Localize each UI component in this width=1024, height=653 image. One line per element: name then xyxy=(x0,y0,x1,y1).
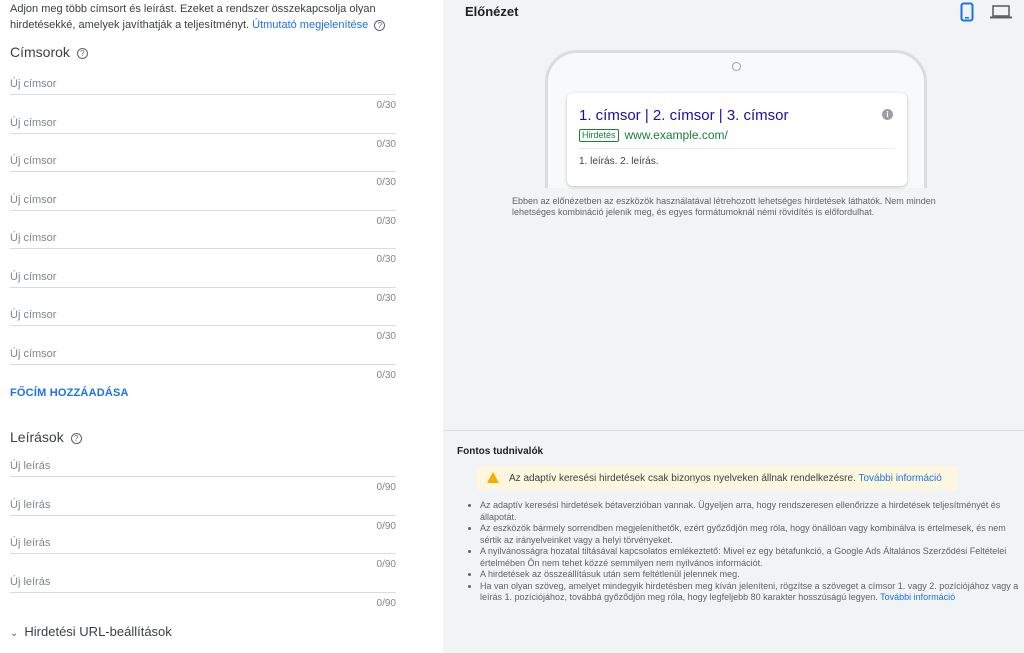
field-underline xyxy=(10,363,396,365)
headline-placeholder[interactable]: Új címsor xyxy=(10,232,56,244)
headline-field[interactable]: Új címsor 0/30 xyxy=(10,109,396,150)
url-settings-label: Hirdetési URL-beállítások xyxy=(24,624,172,639)
description-placeholder[interactable]: Új leírás xyxy=(10,499,50,511)
field-underline xyxy=(10,591,396,593)
description-placeholder[interactable]: Új leírás xyxy=(10,460,50,472)
chevron-down-icon: ⌄ xyxy=(10,628,19,639)
warning-icon xyxy=(487,472,499,483)
ad-headline: 1. címsor | 2. címsor | 3. címsor xyxy=(579,107,789,124)
ad-url: www.example.com/ xyxy=(624,128,728,142)
warning-text: Az adaptív keresési hirdetések csak bizo… xyxy=(509,473,942,484)
headline-field[interactable]: Új címsor 0/30 xyxy=(10,224,396,265)
headline-placeholder[interactable]: Új címsor xyxy=(10,194,56,206)
guide-link[interactable]: Útmutató megjelenítése xyxy=(252,19,368,31)
description-field[interactable]: Új leírás 0/90 xyxy=(10,491,396,532)
help-icon[interactable]: ? xyxy=(374,19,386,31)
important-list: Az adaptív keresési hirdetések bétaverzi… xyxy=(465,500,1019,604)
section-divider xyxy=(443,430,1024,431)
headlines-title-text: Címsorok xyxy=(10,44,70,60)
description-field[interactable]: Új leírás 0/90 xyxy=(10,452,396,493)
headlines-title: Címsorok ? xyxy=(10,44,88,60)
list-item: A hirdetések az összeállításuk után sem … xyxy=(465,569,1019,581)
ad-description: 1. leírás. 2. leírás. xyxy=(579,156,659,167)
description-placeholder[interactable]: Új leírás xyxy=(10,537,50,549)
descriptions-title-text: Leírások xyxy=(10,429,64,445)
info-icon[interactable]: i xyxy=(882,109,893,120)
editor-panel: Adjon meg több címsort és leírást. Ezeke… xyxy=(0,0,430,653)
headline-field[interactable]: Új címsor 0/30 xyxy=(10,263,396,304)
field-underline xyxy=(10,325,396,326)
ad-badge: Hirdetés xyxy=(579,129,619,142)
headline-placeholder[interactable]: Új címsor xyxy=(10,348,56,360)
list-item: Az adaptív keresési hirdetések bétaverzi… xyxy=(465,500,1019,523)
preview-title: Előnézet xyxy=(465,4,519,19)
headline-placeholder[interactable]: Új címsor xyxy=(10,271,56,283)
char-counter: 0/90 xyxy=(376,597,396,609)
ad-preview-card: 1. címsor | 2. címsor | 3. címsor i Hird… xyxy=(567,93,907,186)
more-info-link[interactable]: További információ xyxy=(880,592,955,602)
ad-url-row: Hirdetés www.example.com/ xyxy=(579,128,728,142)
headline-field[interactable]: Új címsor 0/30 xyxy=(10,186,396,227)
warning-message: Az adaptív keresési hirdetések csak bizo… xyxy=(509,473,856,484)
char-counter: 0/30 xyxy=(376,369,396,381)
headline-field[interactable]: Új címsor 0/30 xyxy=(10,147,396,188)
intro-text: Adjon meg több címsort és leírást. Ezeke… xyxy=(10,1,410,33)
preview-note: Ebben az előnézetben az eszközök használ… xyxy=(512,196,936,217)
headline-placeholder[interactable]: Új címsor xyxy=(10,78,56,90)
headline-placeholder[interactable]: Új címsor xyxy=(10,309,56,321)
field-underline xyxy=(10,553,396,554)
field-underline xyxy=(10,476,396,477)
add-headline-button[interactable]: FŐCÍM HOZZÁADÁSA xyxy=(10,387,129,399)
phone-mockup: 1. címsor | 2. címsor | 3. címsor i Hird… xyxy=(545,50,927,188)
headline-field[interactable]: Új címsor 0/30 xyxy=(10,301,396,342)
headline-placeholder[interactable]: Új címsor xyxy=(10,117,56,129)
field-underline xyxy=(10,286,396,288)
warning-more-info-link[interactable]: További információ xyxy=(858,473,941,484)
description-field[interactable]: Új leírás 0/90 xyxy=(10,568,396,609)
headline-placeholder[interactable]: Új címsor xyxy=(10,155,56,167)
field-underline xyxy=(10,209,396,211)
description-placeholder[interactable]: Új leírás xyxy=(10,576,50,588)
field-underline xyxy=(10,94,396,95)
preview-panel: Előnézet 1. címsor | 2. címsor | 3. címs… xyxy=(443,0,1024,653)
help-icon[interactable]: ? xyxy=(70,432,82,444)
card-divider xyxy=(579,148,895,149)
headline-field[interactable]: Új címsor 0/30 xyxy=(10,340,396,381)
field-underline xyxy=(10,248,396,249)
phone-camera xyxy=(732,62,741,71)
help-icon[interactable]: ? xyxy=(76,47,88,59)
important-title: Fontos tudnivalók xyxy=(457,446,544,457)
warning-banner: Az adaptív keresési hirdetések csak bizo… xyxy=(477,466,957,490)
field-underline xyxy=(10,132,396,134)
field-underline xyxy=(10,514,396,516)
descriptions-title: Leírások ? xyxy=(10,429,82,445)
list-item: Ha van olyan szöveg, amelyet mindegyik h… xyxy=(465,581,1019,604)
field-underline xyxy=(10,171,396,172)
desktop-device-icon[interactable] xyxy=(990,5,1012,19)
headline-field[interactable]: Új címsor 0/30 xyxy=(10,70,396,111)
description-field[interactable]: Új leírás 0/90 xyxy=(10,529,396,570)
list-item: A nyilvánosságra hozatal tiltásával kapc… xyxy=(465,546,1019,569)
url-settings-toggle[interactable]: ⌄ Hirdetési URL-beállítások xyxy=(10,624,172,639)
list-item: Az eszközök bármely sorrendben megjelení… xyxy=(465,523,1019,546)
mobile-device-icon[interactable] xyxy=(960,2,974,22)
